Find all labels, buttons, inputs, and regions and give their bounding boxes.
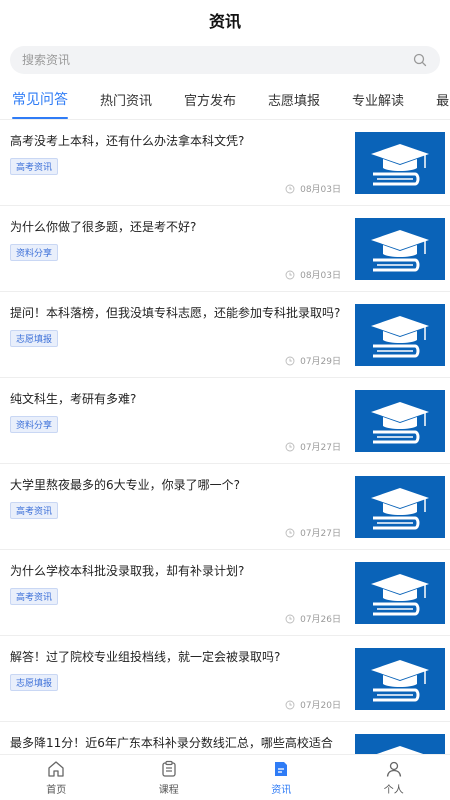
graduation-cap-icon: [355, 562, 445, 624]
list-item[interactable]: 解答！过了院校专业组投档线，就一定会被录取吗? 志愿填报 07月20日: [0, 636, 450, 722]
article-text: 解答！过了院校专业组投档线，就一定会被录取吗? 志愿填报 07月20日: [10, 636, 355, 721]
article-date: 07月20日: [285, 698, 341, 711]
article-title: 为什么你做了很多题，还是考不好?: [10, 220, 197, 234]
article-title: 大学里熬夜最多的6大专业，你录了哪一个?: [10, 478, 241, 492]
tab-hot-news[interactable]: 热门资讯: [100, 80, 152, 119]
date-text: 07月29日: [300, 357, 341, 367]
clock-icon: [285, 700, 295, 710]
tab-major-guide[interactable]: 专业解读: [352, 80, 404, 119]
search-input[interactable]: [22, 53, 412, 67]
bottom-tabbar: 首页 课程 资讯 个人: [0, 754, 450, 800]
tabbar-label: 个人: [383, 785, 404, 796]
clock-icon: [285, 614, 295, 624]
article-date: 08月03日: [285, 268, 341, 281]
article-tag: 高考资讯: [10, 502, 59, 519]
article-text: 为什么你做了很多题，还是考不好? 资料分享 08月03日: [10, 206, 355, 291]
article-title: 提问！本科落榜，但我没填专科志愿，还能参加专科批录取吗?: [10, 306, 341, 320]
date-text: 07月26日: [300, 615, 341, 625]
tab-label: 官方发布: [184, 93, 237, 109]
clock-icon: [285, 442, 295, 452]
article-date: 08月03日: [285, 182, 341, 195]
article-title: 为什么学校本科批没录取我，却有补录计划?: [10, 564, 245, 578]
tabbar-home[interactable]: 首页: [0, 755, 113, 800]
tabbar-label: 资讯: [271, 785, 292, 796]
article-tag: 资料分享: [10, 244, 59, 261]
list-item[interactable]: 提问！本科落榜，但我没填专科志愿，还能参加专科批录取吗? 志愿填报 07月29日: [0, 292, 450, 378]
article-text: 为什么学校本科批没录取我，却有补录计划? 高考资讯 07月26日: [10, 550, 355, 635]
category-tabs: 常见问答 热门资讯 官方发布 志愿填报 专业解读 最: [0, 80, 450, 120]
clock-icon: [285, 528, 295, 538]
tab-official[interactable]: 官方发布: [184, 80, 236, 119]
graduation-cap-icon: [355, 734, 445, 754]
tab-more[interactable]: 最: [436, 80, 449, 119]
article-date: 07月27日: [285, 440, 341, 453]
page-title: 资讯: [208, 12, 241, 31]
article-list: 高考没考上本科，还有什么办法拿本科文凭? 高考资讯 08月03日 为什么你做了很多题，…: [0, 120, 450, 754]
search-icon[interactable]: [412, 52, 428, 68]
article-tag: 高考资讯: [10, 158, 59, 175]
graduation-cap-icon: [355, 218, 445, 280]
tab-label: 志愿填报: [268, 93, 321, 109]
article-tag: 资料分享: [10, 416, 59, 433]
date-text: 08月03日: [300, 271, 341, 281]
search-box[interactable]: [10, 46, 440, 74]
graduation-cap-icon: [355, 476, 445, 538]
news-icon: [271, 759, 291, 779]
home-icon: [46, 759, 66, 779]
article-date: 07月29日: [285, 354, 341, 367]
list-item[interactable]: 为什么你做了很多题，还是考不好? 资料分享 08月03日: [0, 206, 450, 292]
tabbar-label: 首页: [46, 785, 67, 796]
graduation-cap-icon: [355, 648, 445, 710]
tab-faq[interactable]: 常见问答: [12, 80, 68, 119]
tabbar-course[interactable]: 课程: [113, 755, 226, 800]
article-text: 提问！本科落榜，但我没填专科志愿，还能参加专科批录取吗? 志愿填报 07月29日: [10, 292, 355, 377]
article-tag: 高考资讯: [10, 588, 59, 605]
article-text: 纯文科生，考研有多难? 资料分享 07月27日: [10, 378, 355, 463]
search-bar: [0, 40, 450, 80]
tab-label: 常见问答: [12, 92, 68, 108]
clock-icon: [285, 356, 295, 366]
list-item[interactable]: 最多降11分！近6年广东本科补录分数线汇总，哪些高校适合捡: [0, 722, 450, 754]
article-title: 高考没考上本科，还有什么办法拿本科文凭?: [10, 134, 245, 148]
tabbar-label: 课程: [158, 785, 179, 796]
profile-icon: [384, 759, 404, 779]
date-text: 07月27日: [300, 529, 341, 539]
article-text: 最多降11分！近6年广东本科补录分数线汇总，哪些高校适合捡: [10, 722, 355, 754]
article-title: 纯文科生，考研有多难?: [10, 392, 137, 406]
article-text: 高考没考上本科，还有什么办法拿本科文凭? 高考资讯 08月03日: [10, 120, 355, 205]
list-item[interactable]: 高考没考上本科，还有什么办法拿本科文凭? 高考资讯 08月03日: [0, 120, 450, 206]
article-date: 07月27日: [285, 526, 341, 539]
date-text: 08月03日: [300, 185, 341, 195]
tab-label: 最: [436, 93, 450, 109]
list-item[interactable]: 为什么学校本科批没录取我，却有补录计划? 高考资讯 07月26日: [0, 550, 450, 636]
tabbar-news[interactable]: 资讯: [225, 755, 338, 800]
article-tag: 志愿填报: [10, 674, 59, 691]
clock-icon: [285, 184, 295, 194]
list-item[interactable]: 大学里熬夜最多的6大专业，你录了哪一个? 高考资讯 07月27日: [0, 464, 450, 550]
date-text: 07月20日: [300, 701, 341, 711]
date-text: 07月27日: [300, 443, 341, 453]
graduation-cap-icon: [355, 304, 445, 366]
article-title: 最多降11分！近6年广东本科补录分数线汇总，哪些高校适合捡: [10, 736, 333, 750]
clock-icon: [285, 270, 295, 280]
course-icon: [159, 759, 179, 779]
article-date: 07月26日: [285, 612, 341, 625]
tab-label: 热门资讯: [100, 93, 153, 109]
graduation-cap-icon: [355, 390, 445, 452]
article-title: 解答！过了院校专业组投档线，就一定会被录取吗?: [10, 650, 281, 664]
article-tag: 志愿填报: [10, 330, 59, 347]
list-item[interactable]: 纯文科生，考研有多难? 资料分享 07月27日: [0, 378, 450, 464]
page-header: 资讯: [0, 0, 450, 40]
graduation-cap-icon: [355, 132, 445, 194]
article-text: 大学里熬夜最多的6大专业，你录了哪一个? 高考资讯 07月27日: [10, 464, 355, 549]
tab-label: 专业解读: [352, 93, 405, 109]
tab-application[interactable]: 志愿填报: [268, 80, 320, 119]
tabbar-profile[interactable]: 个人: [338, 755, 450, 800]
